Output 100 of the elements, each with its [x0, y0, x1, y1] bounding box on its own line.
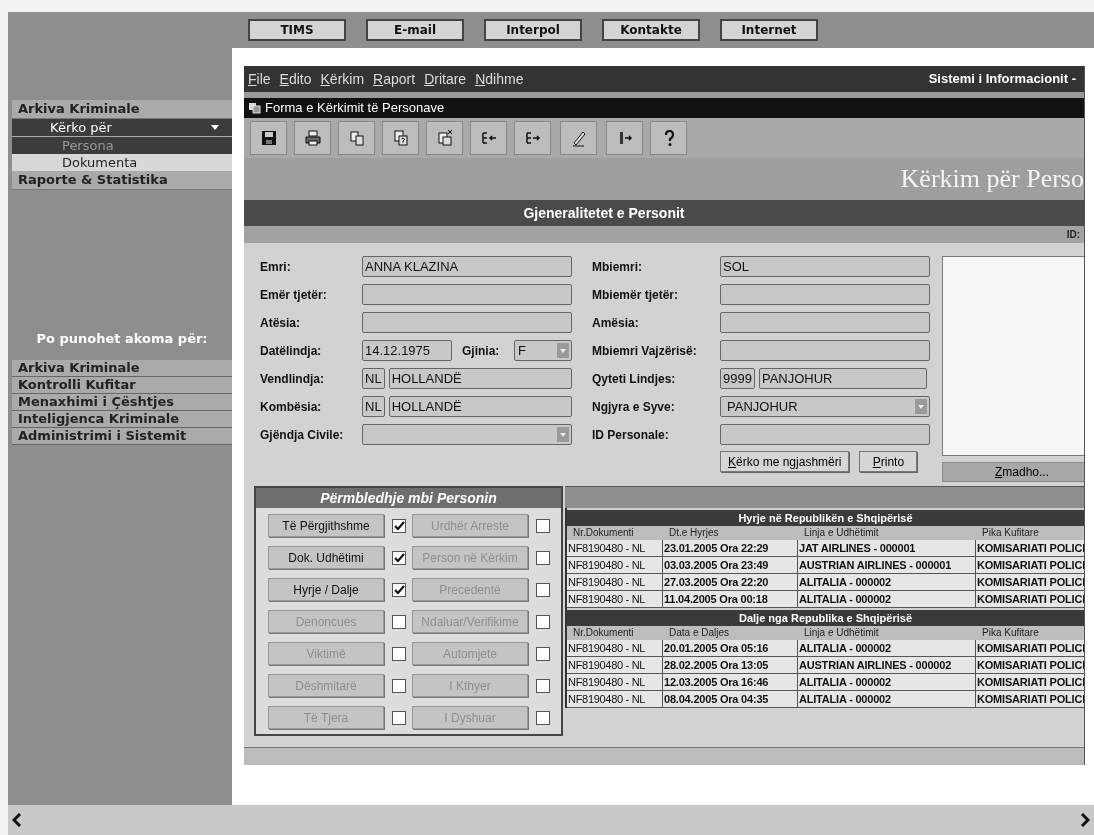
text-field[interactable] [720, 312, 930, 333]
summary-button[interactable]: Hyrje / Dalje [268, 578, 384, 601]
table-cell: NF8190480 - NL [567, 640, 663, 657]
sidebar-item[interactable]: Menaxhimi i Çështjes [12, 394, 232, 411]
text-field[interactable] [362, 312, 572, 333]
toolbar-button[interactable] [250, 121, 287, 155]
nav-link-button[interactable]: Interpol [484, 19, 582, 41]
table-cell: KOMISARIATI POLICI [976, 691, 1084, 708]
toolbar-button[interactable] [294, 121, 331, 155]
table-cell: 03.03.2005 Ora 23:49 [663, 557, 798, 574]
field-label: Datëlindja: [259, 342, 323, 360]
text-field[interactable]: SOL [720, 256, 930, 277]
checkbox[interactable] [392, 582, 406, 597]
field-label: Qyteti Lindjes: [591, 370, 677, 388]
sidebar-item[interactable]: Arkiva Kriminale [12, 100, 232, 119]
menu-item[interactable]: Dritare [424, 68, 467, 90]
summary-button[interactable]: Dok. Udhëtimi [268, 546, 384, 569]
table-cell: NF8190480 - NL [567, 574, 663, 591]
dropdown-field[interactable]: PANJOHUR [720, 396, 930, 417]
menu-item[interactable]: Kërkim [320, 68, 365, 90]
sidebar-item[interactable]: Persona [12, 137, 232, 154]
code-field[interactable]: NL [362, 368, 385, 389]
table-cell: 23.01.2005 Ora 22:29 [663, 540, 798, 557]
table-cell: 27.03.2005 Ora 22:20 [663, 574, 798, 591]
toolbar-button[interactable] [650, 121, 687, 155]
table-cell: NF8190480 - NL [567, 591, 663, 608]
dropdown-field[interactable] [362, 424, 572, 445]
field-label: Emër tjetër: [259, 286, 328, 304]
dropdown-field[interactable]: F [514, 340, 572, 361]
arrow-right-icon [523, 129, 542, 147]
field-label: Gjinia: [462, 342, 501, 360]
table-cell: KOMISARIATI POLICI [976, 640, 1084, 657]
toolbar-button[interactable] [470, 121, 507, 155]
scroll-right-icon[interactable] [1080, 813, 1090, 827]
table-cell: ALITALIA - 000002 [798, 640, 976, 657]
checkbox[interactable] [392, 550, 406, 565]
toolbar-button[interactable] [606, 121, 643, 155]
action-button[interactable]: Kërko me ngjashmëri [720, 451, 850, 472]
text-field[interactable] [720, 424, 930, 445]
table-cell: NF8190480 - NL [567, 674, 663, 691]
field-label: Mbiemri: [591, 258, 643, 276]
table-cell: ALITALIA - 000002 [798, 674, 976, 691]
field-label: Ngjyra e Syve: [591, 398, 676, 416]
text-field[interactable] [720, 340, 930, 361]
field-label: Mbiemri Vajzërisë: [591, 342, 698, 360]
copy-icon [347, 129, 366, 147]
field-label: Kombësia: [259, 398, 323, 416]
sidebar-item[interactable]: Kontrolli Kufitar [12, 377, 232, 394]
menu-item[interactable]: Edito [279, 68, 312, 90]
table-cell: NF8190480 - NL [567, 557, 663, 574]
table-cell: AUSTRIAN AIRLINES - 000002 [798, 657, 976, 674]
nav-link-button[interactable]: Kontakte [602, 19, 700, 41]
system-title: Sistemi i Informacionit - [928, 70, 1077, 89]
menu-item[interactable]: Ndihme [475, 68, 524, 90]
nav-link-button[interactable]: TIMS [248, 19, 346, 41]
caret-icon [210, 124, 220, 131]
field-label: ID Personale: [591, 426, 670, 444]
text-field[interactable]: PANJOHUR [758, 368, 927, 389]
printer-icon [303, 129, 322, 147]
code-field[interactable]: 9999 [720, 368, 755, 389]
code-field[interactable]: NL [362, 396, 385, 417]
sidebar-note: Po punohet akoma për: [36, 329, 208, 348]
column-header: Linja e Udhëtimit [803, 526, 880, 540]
text-field[interactable] [720, 284, 930, 305]
table-cell: NF8190480 - NL [567, 540, 663, 557]
nav-link-button[interactable]: E-mail [366, 19, 464, 41]
text-field[interactable]: ANNA KLAZINA [362, 256, 572, 277]
table-cell: ALITALIA - 000002 [798, 691, 976, 708]
sidebar-item[interactable]: Kërko për [12, 119, 232, 137]
enlarge-button[interactable]: Zmadho... [942, 462, 1084, 482]
field-label: Vendlindja: [259, 370, 325, 388]
scroll-left-icon[interactable] [12, 813, 22, 827]
sidebar-item[interactable]: Arkiva Kriminale [12, 360, 232, 377]
sidebar-item[interactable]: Dokumenta [12, 154, 232, 171]
field-label: Mbiemër tjetër: [591, 286, 680, 304]
text-field[interactable]: HOLLANDË [388, 396, 572, 417]
toolbar-button[interactable] [514, 121, 551, 155]
form-heading: Kërkim për Perso [900, 166, 1084, 195]
nav-link-button[interactable]: Internet [720, 19, 818, 41]
text-field[interactable]: HOLLANDË [388, 368, 572, 389]
text-field[interactable] [362, 284, 572, 305]
summary-button[interactable]: Të Përgjithshme [268, 514, 384, 537]
field-label: Gjëndja Civile: [259, 426, 345, 444]
field-label: Emri: [259, 258, 292, 276]
table-cell: NF8190480 - NL [567, 691, 663, 708]
table-cell: KOMISARIATI POLICI [976, 574, 1084, 591]
field-label: Amësia: [591, 314, 640, 332]
table-cell: AUSTRIAN AIRLINES - 000001 [798, 557, 976, 574]
sidebar-item[interactable]: Administrimi i Sistemit [12, 428, 232, 445]
action-button[interactable]: Printo [859, 451, 918, 472]
menu-item[interactable]: File [248, 68, 271, 90]
table-cell: KOMISARIATI POLICI [976, 674, 1084, 691]
checkbox[interactable] [392, 518, 406, 533]
date-field[interactable]: 14.12.1975 [362, 340, 452, 361]
menu-item[interactable]: Raport [373, 68, 416, 90]
window-title: Forma e Kërkimit të Personave [265, 99, 445, 118]
sidebar-item[interactable]: Inteligjenca Kriminale [12, 411, 232, 428]
query-icon [391, 129, 410, 147]
sidebar-item[interactable]: Raporte & Statistika [12, 171, 232, 190]
column-header: Pika Kufitare [981, 526, 1040, 540]
